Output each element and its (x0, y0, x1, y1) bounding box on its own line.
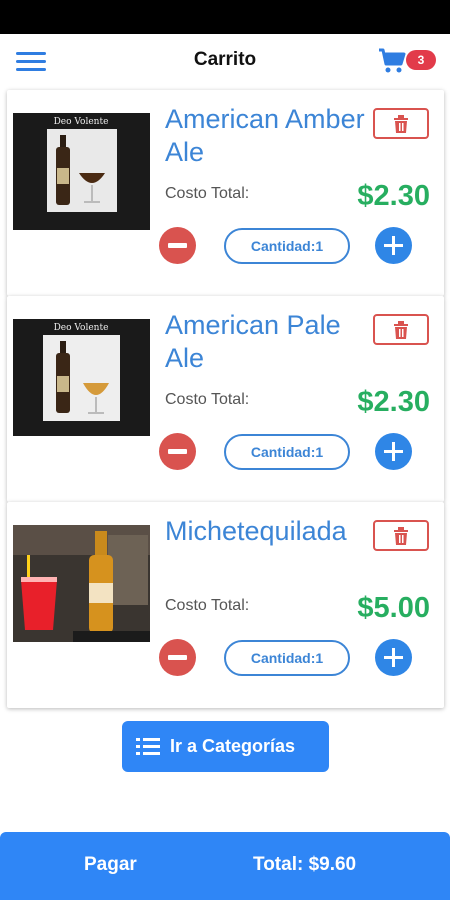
go-to-categories-button[interactable]: Ir a Categorías (122, 721, 329, 772)
trash-icon (394, 321, 408, 339)
delete-item-button[interactable] (373, 314, 429, 345)
product-name: Michetequilada (165, 516, 347, 546)
item-price: $2.30 (357, 386, 430, 418)
product-name: American Amber Ale (165, 104, 365, 167)
cart-item-list: Deo Volente American Amber Ale Costo Tot… (7, 90, 444, 708)
increase-quantity-button[interactable] (375, 639, 412, 676)
brand-text: Deo Volente (54, 117, 109, 127)
trash-icon (394, 115, 408, 133)
cart-item-card: Deo Volente American Pale Ale Costo Tota… (7, 296, 444, 502)
quantity-display: Cantidad:1 (224, 434, 350, 470)
cost-total-label: Costo Total: (165, 597, 250, 614)
product-image (13, 525, 150, 642)
product-name: American Pale Ale (165, 310, 341, 373)
decrease-quantity-button[interactable] (159, 433, 196, 470)
increase-quantity-button[interactable] (375, 433, 412, 470)
cart-count-badge: 3 (406, 50, 436, 70)
decrease-quantity-button[interactable] (159, 639, 196, 676)
categories-button-label: Ir a Categorías (170, 736, 296, 756)
top-bar: Carrito 3 (0, 34, 450, 88)
quantity-display: Cantidad:1 (224, 228, 350, 264)
minus-icon (168, 243, 187, 248)
item-price: $2.30 (357, 180, 430, 212)
list-icon (136, 738, 160, 755)
minus-icon (168, 655, 187, 660)
increase-quantity-button[interactable] (375, 227, 412, 264)
delete-item-button[interactable] (373, 520, 429, 551)
decrease-quantity-button[interactable] (159, 227, 196, 264)
checkout-bar: Pagar Total: $9.60 (0, 832, 450, 900)
order-total: Total: $9.60 (253, 854, 357, 875)
cost-total-label: Costo Total: (165, 391, 250, 408)
cart-item-card: Michetequilada Costo Total: $5.00 Cantid… (7, 502, 444, 708)
product-image: Deo Volente (13, 113, 150, 230)
status-bar (0, 0, 450, 34)
brand-text: Deo Volente (54, 323, 109, 333)
cart-item-card: Deo Volente American Amber Ale Costo Tot… (7, 90, 444, 296)
cost-total-label: Costo Total: (165, 185, 250, 202)
item-price: $5.00 (357, 592, 430, 624)
quantity-display: Cantidad:1 (224, 640, 350, 676)
delete-item-button[interactable] (373, 108, 429, 139)
pay-button[interactable]: Pagar (84, 854, 137, 876)
product-image: Deo Volente (13, 319, 150, 436)
trash-icon (394, 527, 408, 545)
cart-icon[interactable] (378, 48, 406, 74)
minus-icon (168, 449, 187, 454)
